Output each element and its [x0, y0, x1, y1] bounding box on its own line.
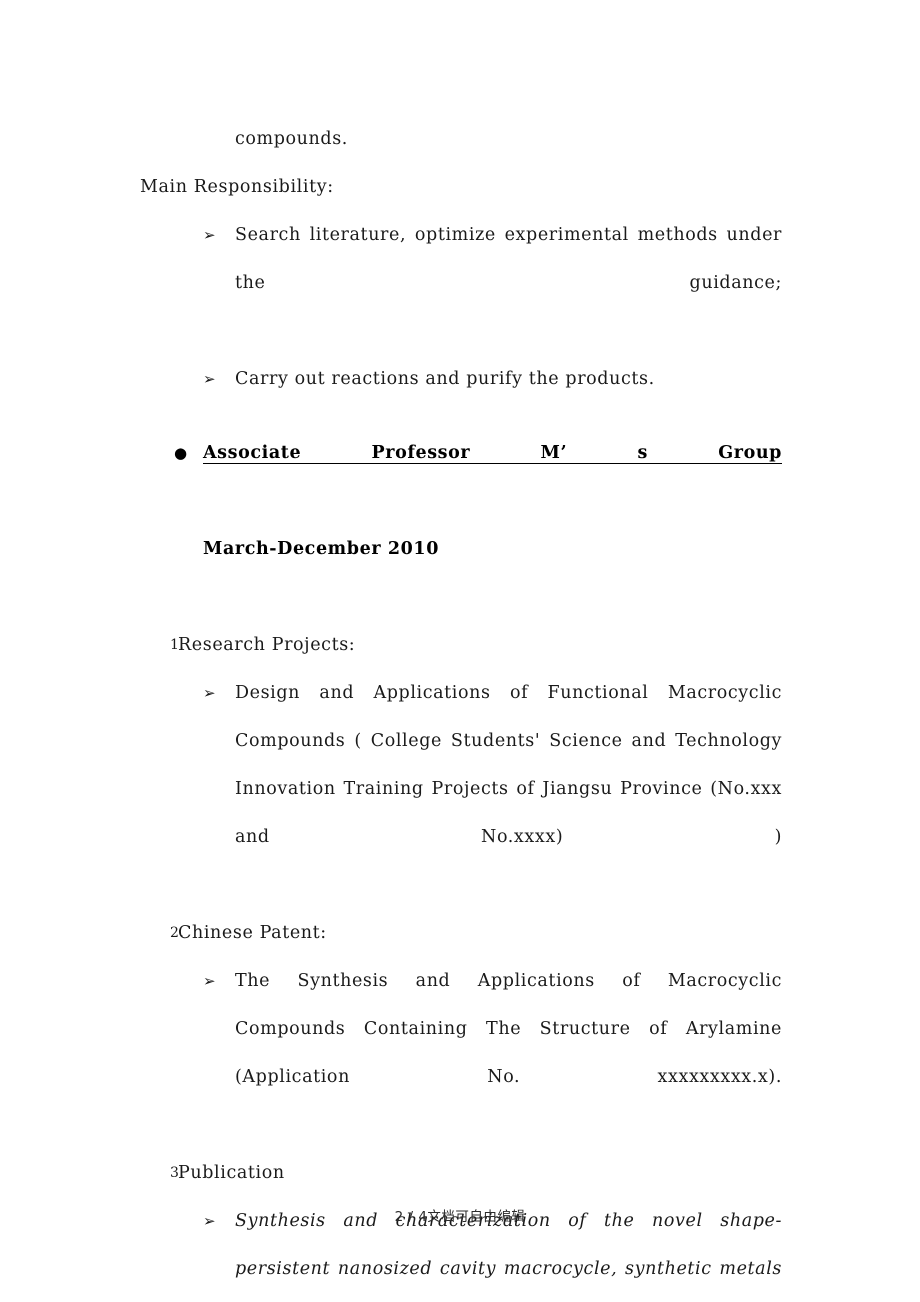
list-item-text: The Synthesis and Applications of Macroc… [235, 971, 782, 1087]
list-item-text: Design and Applications of Functional Ma… [235, 683, 782, 847]
arrow-bullet-icon: ➢ [203, 226, 217, 244]
list-item-text: Search literature, optimize experimental… [235, 225, 782, 293]
list-item: ➢ The Synthesis and Applications of Macr… [140, 957, 782, 1149]
section-heading-publication: 3. Publication [140, 1149, 782, 1197]
section-number: 1. [170, 637, 185, 653]
group-heading: ● Associate Professor M’ s Group [140, 429, 782, 525]
section-heading-chinese-patent: 2. Chinese Patent: [140, 909, 782, 957]
paragraph-continuation: compounds. [235, 129, 348, 149]
group-heading-dates: March-December 2010 [203, 539, 439, 559]
page-content: compounds. Main Responsibility: ➢ Search… [140, 115, 782, 1302]
list-item: ➢ Design and Applications of Functional … [140, 669, 782, 909]
list-item: ➢ Carry out reactions and purify the pro… [140, 355, 782, 403]
dot-bullet-icon: ● [174, 444, 188, 462]
arrow-bullet-icon: ➢ [203, 684, 217, 702]
document-page: compounds. Main Responsibility: ➢ Search… [0, 0, 920, 1302]
list-item-text: Carry out reactions and purify the produ… [235, 369, 655, 389]
section-heading-text: Chinese Patent: [178, 923, 327, 943]
arrow-bullet-icon: ➢ [203, 370, 217, 388]
section-heading-text: Publication [178, 1163, 285, 1183]
list-item: ➢ Search literature, optimize experiment… [140, 211, 782, 355]
section-number: 3. [170, 1165, 185, 1181]
group-heading-title: Associate Professor M’ s Group [203, 443, 782, 463]
publication-journal: synthetic metals [625, 1259, 782, 1279]
arrow-bullet-icon: ➢ [203, 972, 217, 990]
section-heading-research-projects: 1. Research Projects: [140, 621, 782, 669]
section-number: 2. [170, 925, 185, 941]
section-heading-text: Research Projects: [178, 635, 356, 655]
page-footer: 2 / 4文档可自由编辑 [394, 1209, 526, 1225]
main-responsibility-heading: Main Responsibility: [140, 177, 334, 197]
